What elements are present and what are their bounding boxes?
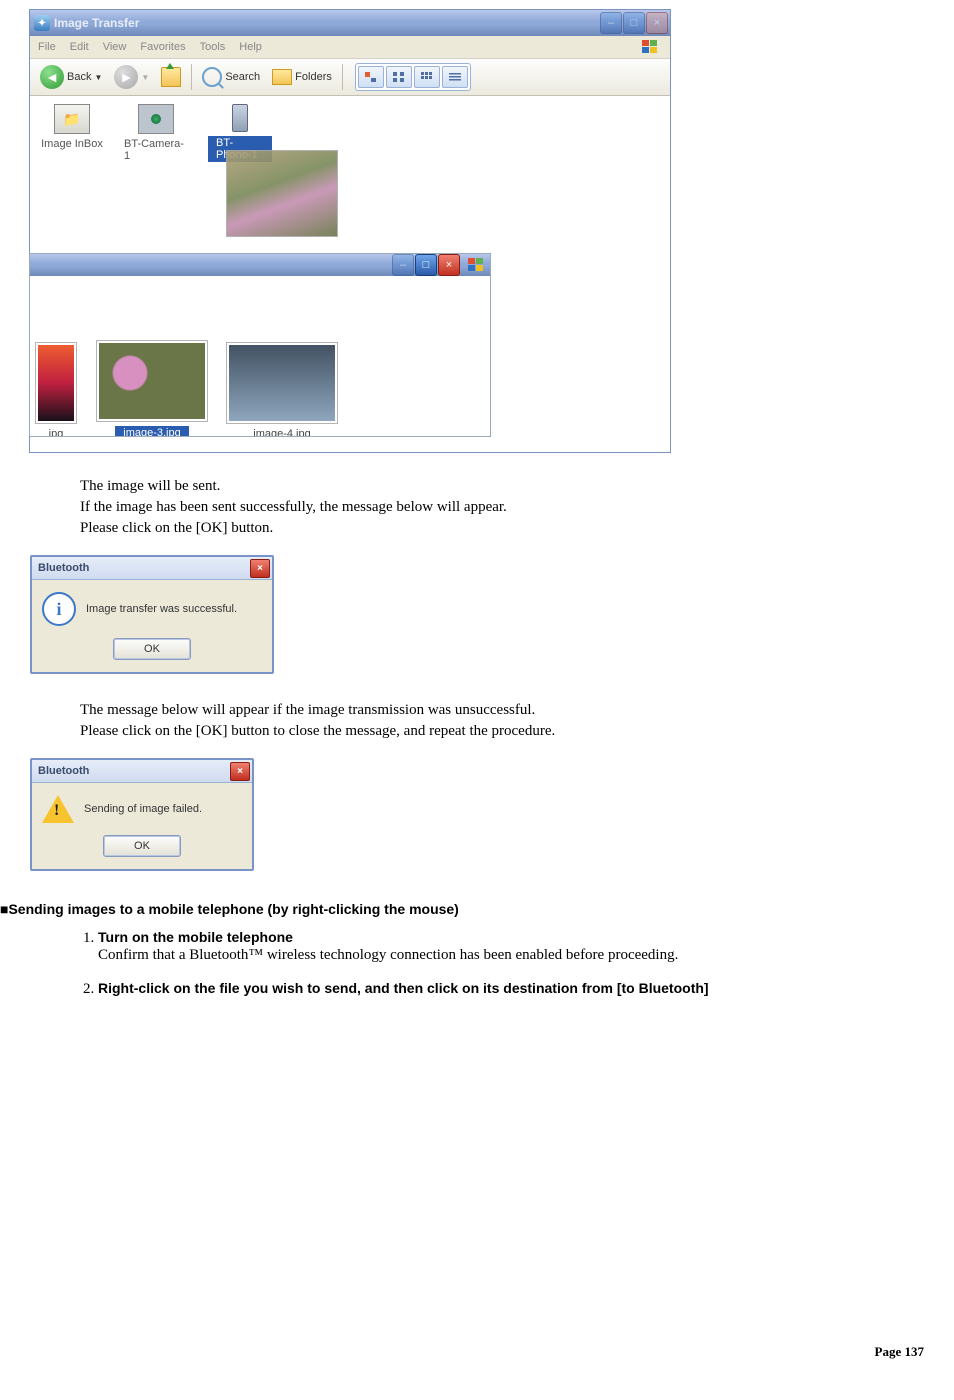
thumbnail-1[interactable]: jpg — [34, 342, 78, 436]
thumbnail-3[interactable]: image-4.jpg — [226, 342, 338, 436]
thumbnail-image — [96, 340, 208, 422]
step-1: Turn on the mobile telephone Confirm tha… — [98, 929, 954, 964]
para: The image will be sent. — [80, 478, 954, 495]
dialog-title: Bluetooth — [38, 562, 89, 574]
para: If the image has been sent successfully,… — [80, 499, 954, 516]
forward-arrow-icon: ► — [114, 65, 138, 89]
toolbar: ◄ Back ▼ ► ▼ Search Folders — [30, 59, 670, 96]
steps-list: Turn on the mobile telephone Confirm tha… — [50, 929, 954, 998]
menu-view[interactable]: View — [103, 41, 127, 53]
inbox-icon: 📁 — [54, 104, 90, 134]
child-title-bar: – □ × — [30, 254, 490, 276]
ok-button[interactable]: OK — [103, 835, 181, 857]
child-maximize-button[interactable]: □ — [415, 254, 437, 276]
folders-button[interactable]: Folders — [268, 65, 336, 89]
body-text-block-2: The message below will appear if the ima… — [0, 702, 954, 740]
child-close-button[interactable]: × — [438, 254, 460, 276]
up-button[interactable] — [157, 65, 185, 89]
step-title: Right-click on the file you wish to send… — [98, 980, 709, 996]
maximize-button[interactable]: □ — [623, 12, 645, 34]
body-text-block-1: The image will be sent. If the image has… — [0, 478, 954, 537]
warning-icon — [42, 795, 74, 823]
view-thumbnails-button[interactable] — [386, 66, 412, 88]
page-footer: Page 137 — [0, 1014, 954, 1360]
item-label: Image InBox — [41, 138, 103, 150]
folders-label: Folders — [295, 71, 332, 83]
child-client-area: jpg image-3.jpg image-4.jpg — [30, 276, 490, 436]
toolbar-separator — [191, 64, 192, 90]
thumbnail-image — [226, 342, 338, 424]
menu-edit[interactable]: Edit — [70, 41, 89, 53]
explorer-client-area: 📁 Image InBox BT-Camera-1 BT-Phone-1 – □… — [30, 96, 670, 452]
para: The message below will appear if the ima… — [80, 702, 954, 719]
bluetooth-success-dialog: Bluetooth × i Image transfer was success… — [30, 555, 274, 674]
step-title: Turn on the mobile telephone — [98, 929, 293, 945]
ok-button[interactable]: OK — [113, 638, 191, 660]
back-arrow-icon: ◄ — [40, 65, 64, 89]
menu-help[interactable]: Help — [239, 41, 262, 53]
thumbnail-image — [35, 342, 77, 424]
forward-dropdown-icon[interactable]: ▼ — [141, 73, 149, 82]
thumbnail-label: image-4.jpg — [253, 428, 310, 436]
view-list-button[interactable] — [442, 66, 468, 88]
image-transfer-window: ✦ Image Transfer – □ × File Edit View Fa… — [30, 10, 670, 452]
item-bt-camera[interactable]: BT-Camera-1 — [124, 104, 188, 162]
footer-page-number: 137 — [905, 1344, 925, 1359]
bluetooth-fail-dialog: Bluetooth × Sending of image failed. OK — [30, 758, 254, 871]
forward-button[interactable]: ► ▼ — [110, 63, 153, 91]
back-dropdown-icon[interactable]: ▼ — [94, 73, 102, 82]
back-button[interactable]: ◄ Back ▼ — [36, 63, 106, 91]
item-label: BT-Camera-1 — [124, 138, 188, 162]
dialog-close-button[interactable]: × — [230, 762, 250, 781]
search-button[interactable]: Search — [198, 65, 264, 89]
item-image-inbox[interactable]: 📁 Image InBox — [40, 104, 104, 150]
child-minimize-button[interactable]: – — [392, 254, 414, 276]
info-icon: i — [42, 592, 76, 626]
step-2: Right-click on the file you wish to send… — [98, 980, 954, 998]
menu-favorites[interactable]: Favorites — [140, 41, 185, 53]
dialog-message: Sending of image failed. — [84, 803, 202, 815]
search-label: Search — [225, 71, 260, 83]
title-bar: ✦ Image Transfer – □ × — [30, 10, 670, 36]
camera-icon — [138, 104, 174, 134]
view-mode-group — [355, 63, 471, 91]
drag-preview-image — [226, 150, 338, 237]
thumbnail-label: image-3.jpg — [115, 426, 188, 436]
menu-bar: File Edit View Favorites Tools Help — [30, 36, 670, 59]
thumbnail-label: jpg — [49, 428, 64, 436]
child-explorer-window: – □ × jpg image-3.jpg — [30, 254, 490, 436]
dialog-message: Image transfer was successful. — [86, 603, 237, 615]
phone-icon — [232, 104, 248, 132]
toolbar-separator-2 — [342, 64, 343, 90]
back-label: Back — [67, 71, 91, 83]
minimize-button[interactable]: – — [600, 12, 622, 34]
thumbnail-2[interactable]: image-3.jpg — [96, 340, 208, 436]
dialog-title: Bluetooth — [38, 765, 89, 777]
footer-label: Page — [875, 1344, 902, 1359]
menu-tools[interactable]: Tools — [200, 41, 226, 53]
view-icons-button[interactable] — [414, 66, 440, 88]
dialog-close-button[interactable]: × — [250, 559, 270, 578]
dialog-title-bar: Bluetooth × — [32, 557, 272, 580]
child-throbber-icon — [464, 256, 488, 274]
section-heading: ■Sending images to a mobile telephone (b… — [0, 901, 954, 917]
para: Please click on the [OK] button. — [80, 520, 954, 537]
throbber-icon — [638, 38, 662, 56]
view-filmstrip-button[interactable] — [358, 66, 384, 88]
window-title: Image Transfer — [54, 16, 600, 30]
para: Please click on the [OK] button to close… — [80, 723, 954, 740]
folders-icon — [272, 69, 292, 85]
close-button[interactable]: × — [646, 12, 668, 34]
step-body: Confirm that a Bluetooth™ wireless techn… — [98, 947, 678, 963]
app-icon: ✦ — [34, 15, 50, 31]
up-folder-icon — [161, 67, 181, 87]
search-icon — [202, 67, 222, 87]
menu-file[interactable]: File — [38, 41, 56, 53]
dialog-title-bar: Bluetooth × — [32, 760, 252, 783]
